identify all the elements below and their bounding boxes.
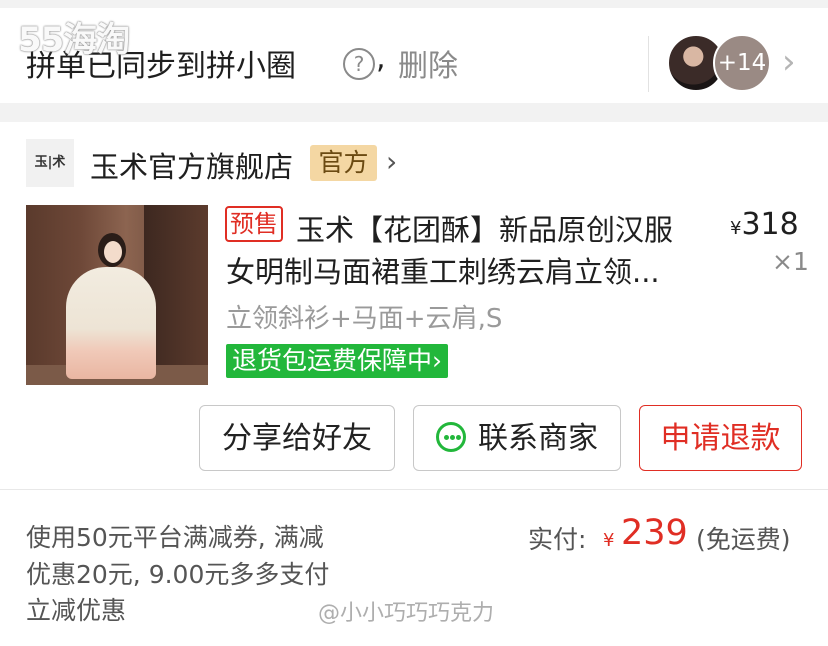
contact-merchant-button[interactable]: 联系商家: [413, 405, 621, 471]
product-price: ¥318: [730, 207, 799, 242]
chevron-right-icon: ›: [432, 346, 443, 375]
chevron-right-icon[interactable]: ›: [386, 145, 397, 178]
divider: [648, 36, 649, 92]
product-title-line-1[interactable]: 玉术【花团酥】新品原创汉服: [296, 207, 673, 249]
image-robe: [66, 267, 156, 379]
price-currency: ¥: [730, 218, 742, 239]
site-watermark: 55海淘: [18, 20, 130, 60]
product-spec: 立领斜衫+马面+云肩,S: [226, 304, 503, 334]
return-shipping-guarantee-badge[interactable]: 退货包运费保障中›: [226, 344, 449, 378]
product-quantity: ×1: [772, 247, 809, 276]
paid-amount: 239: [621, 513, 688, 553]
product-title-line-2[interactable]: 女明制马面裙重工刺绣云肩立领...: [226, 249, 660, 291]
top-gap: [0, 0, 828, 8]
discount-info-line-2: 优惠20元, 9.00元多多支付: [26, 560, 330, 589]
discount-info-line-3: 立减优惠: [26, 596, 127, 625]
section-separator: [0, 103, 828, 122]
discount-info-line-1: 使用50元平台满减券, 满减: [26, 523, 324, 552]
price-value: 318: [741, 207, 799, 242]
sync-separator: ,: [376, 41, 386, 76]
paid-label: 实付:: [528, 525, 587, 554]
divider: [0, 489, 828, 490]
member-count-avatar[interactable]: +14: [713, 34, 771, 92]
chevron-right-icon[interactable]: ›: [782, 42, 796, 82]
shop-name[interactable]: 玉术官方旗舰店: [90, 144, 293, 186]
chat-bubble-icon: [436, 421, 466, 452]
contact-merchant-label: 联系商家: [478, 421, 598, 456]
help-icon[interactable]: ?: [343, 48, 375, 80]
image-face: [104, 241, 122, 263]
share-to-friend-button[interactable]: 分享给好友: [199, 405, 395, 471]
apply-refund-button[interactable]: 申请退款: [639, 405, 802, 471]
official-badge: 官方: [310, 145, 377, 181]
product-image[interactable]: [26, 205, 208, 385]
delete-link[interactable]: 删除: [398, 41, 458, 85]
user-watermark: @小小巧巧巧克力: [318, 601, 495, 626]
paid-currency: ¥: [603, 530, 615, 551]
free-shipping-note: (免运费): [696, 525, 791, 554]
shop-logo[interactable]: 玉|术: [26, 139, 74, 187]
presale-badge: 预售: [225, 206, 283, 242]
guarantee-label: 退货包运费保障中: [232, 346, 433, 375]
